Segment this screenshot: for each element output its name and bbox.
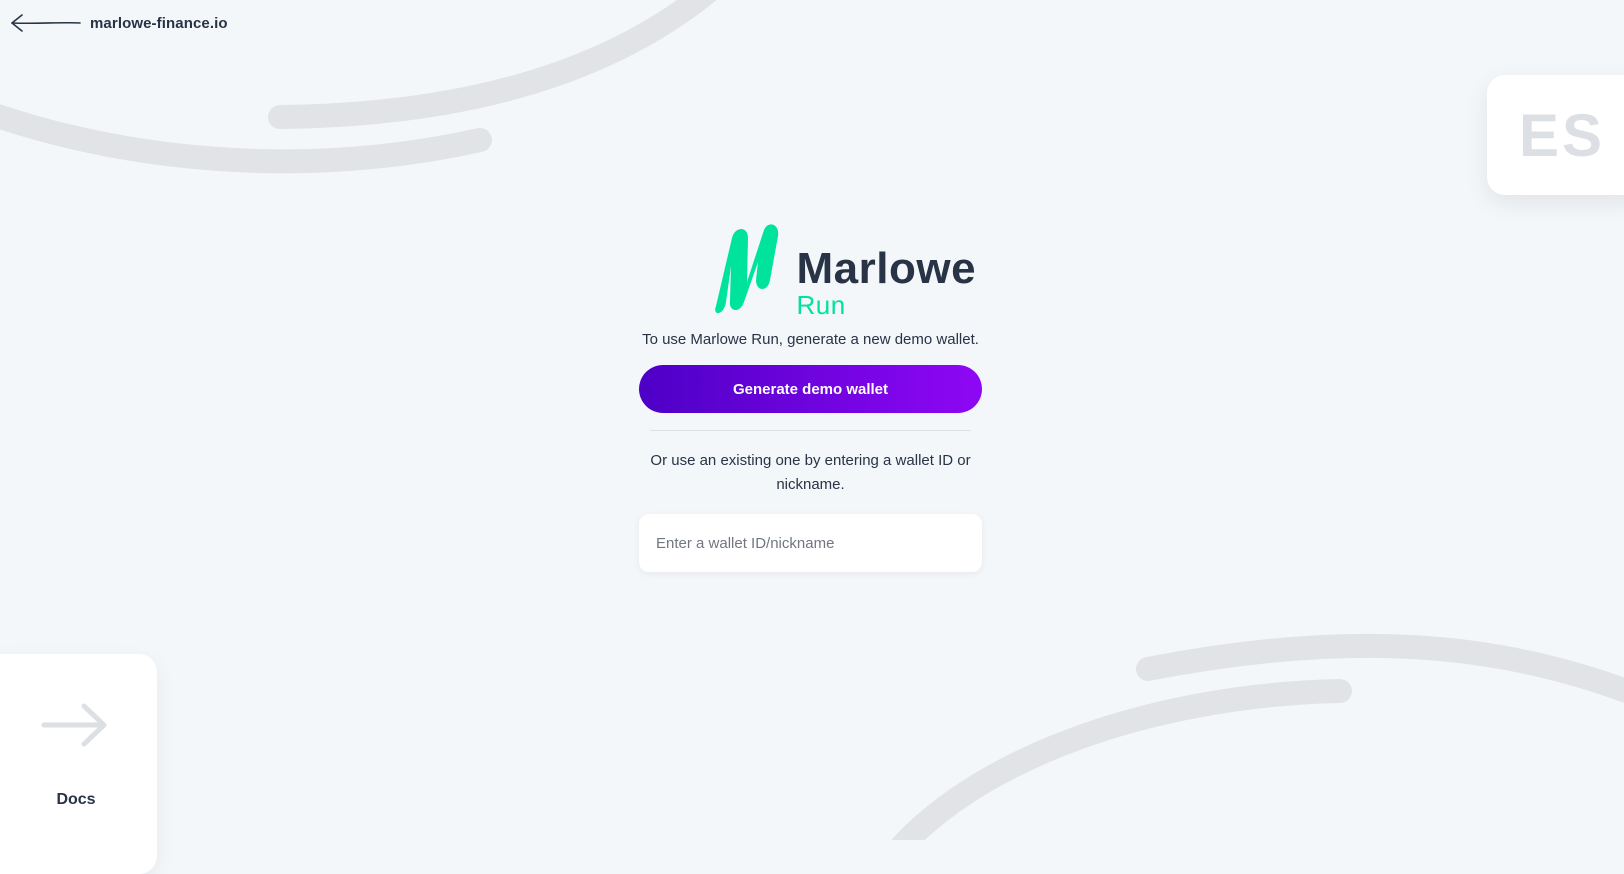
marlowe-run-logo: Marlowe Run (671, 218, 976, 320)
arrow-left-icon (11, 14, 81, 32)
back-link-label: marlowe-finance.io (90, 14, 228, 32)
curve-top-outer (0, 104, 492, 174)
back-to-site-link[interactable]: marlowe-finance.io (10, 12, 228, 34)
wallet-id-input[interactable] (639, 514, 982, 572)
docs-label: Docs (56, 791, 96, 808)
language-label: ES (1519, 102, 1606, 169)
login-panel: Marlowe Run To use Marlowe Run, generate… (639, 218, 982, 572)
curve-top-inner (268, 0, 717, 129)
curve-bottom-inner (891, 679, 1352, 840)
marlowe-m-logo-icon (714, 224, 778, 314)
logo-product-text: Run (796, 290, 846, 320)
intro-text: To use Marlowe Run, generate a new demo … (642, 331, 979, 348)
language-switch-button[interactable]: ES (1487, 75, 1624, 195)
curve-bottom-outer (1136, 633, 1624, 703)
existing-wallet-text: Or use an existing one by entering a wal… (650, 452, 971, 493)
arrow-right-icon (41, 703, 107, 747)
logo-brand-text: Marlowe (796, 244, 977, 293)
generate-demo-wallet-button[interactable]: Generate demo wallet (639, 365, 982, 413)
divider (650, 430, 971, 431)
docs-link-card[interactable]: Docs (0, 654, 157, 874)
